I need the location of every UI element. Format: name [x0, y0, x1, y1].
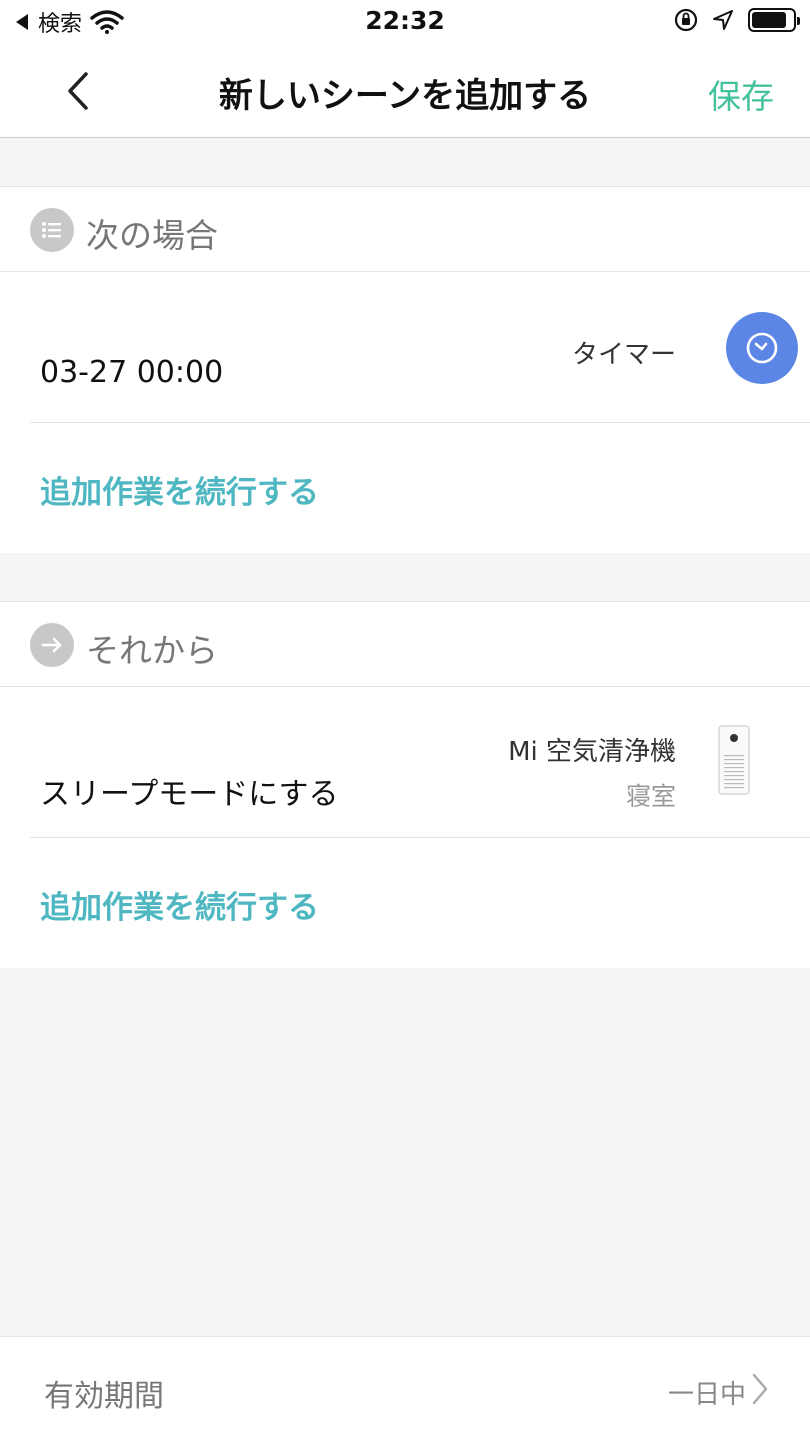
back-button[interactable] [56, 68, 100, 114]
action-header: それから [0, 602, 810, 687]
condition-title: 次の場合 [86, 216, 218, 255]
action-section: それから スリープモードにする Mi 空気清浄機 寝室 追加作業を続行する [0, 601, 810, 968]
location-arrow-icon [713, 10, 733, 30]
list-icon [30, 208, 74, 252]
timer-value: 03-27 00:00 [40, 355, 224, 390]
nav-bar: 新しいシーンを追加する 保存 [0, 46, 810, 138]
action-name: スリープモードにする [40, 777, 339, 812]
chevron-right-icon [752, 1373, 768, 1405]
status-bar: 検索 22:32 [0, 0, 810, 46]
timer-type-label: タイマー [571, 340, 676, 370]
validity-period-value: 一日中 [667, 1380, 746, 1410]
device-name: Mi 空気清浄機 [508, 737, 676, 767]
condition-item-timer[interactable]: 03-27 00:00 タイマー [30, 272, 810, 423]
chevron-left-icon [68, 72, 88, 110]
save-button[interactable]: 保存 [708, 70, 774, 118]
action-continue-link[interactable]: 追加作業を続行する [0, 838, 810, 968]
rotation-lock-icon [674, 8, 698, 32]
action-item-device[interactable]: スリープモードにする Mi 空気清浄機 寝室 [30, 687, 810, 838]
arrow-right-icon [30, 623, 74, 667]
condition-section: 次の場合 03-27 00:00 タイマー 追加作業を続行する [0, 186, 810, 553]
battery-icon [748, 8, 800, 32]
validity-period-row[interactable]: 有効期間 一日中 [0, 1336, 810, 1441]
clock-icon [726, 312, 798, 384]
action-title: それから [86, 631, 218, 670]
action-continue-label: 追加作業を続行する [40, 890, 319, 926]
condition-header: 次の場合 [0, 187, 810, 272]
validity-period-label: 有効期間 [44, 1379, 164, 1414]
page-title: 新しいシーンを追加する [218, 76, 592, 116]
condition-continue-link[interactable]: 追加作業を続行する [0, 423, 810, 553]
air-purifier-icon [718, 725, 750, 795]
condition-continue-label: 追加作業を続行する [40, 475, 319, 511]
device-room: 寝室 [625, 782, 676, 811]
